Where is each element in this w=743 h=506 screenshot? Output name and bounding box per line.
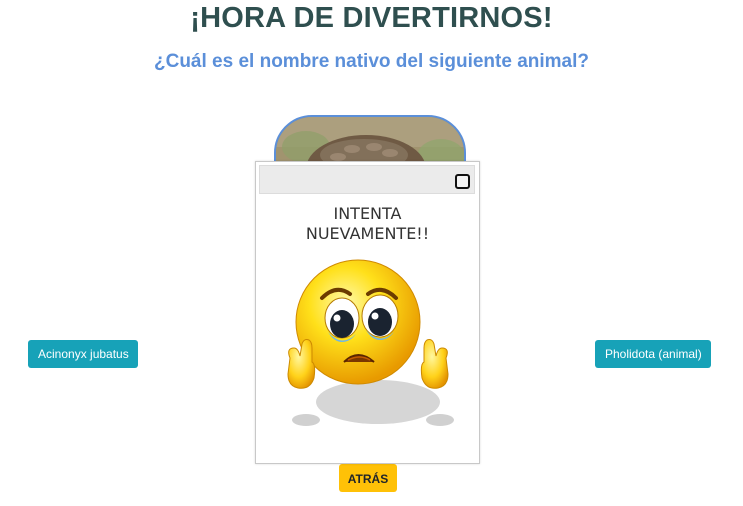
back-button[interactable]: ATRÁS bbox=[339, 464, 397, 492]
answer-option-2[interactable]: Pholidota (animal) bbox=[595, 340, 711, 368]
page-title: ¡HORA DE DIVERTIRNOS! bbox=[190, 2, 553, 34]
feedback-line-2: NUEVAMENTE!! bbox=[305, 224, 430, 243]
close-icon[interactable] bbox=[455, 174, 470, 189]
question-text: ¿Cuál es el nombre nativo del siguiente … bbox=[154, 51, 589, 72]
answer-option-1[interactable]: Acinonyx jubatus bbox=[28, 340, 138, 368]
feedback-message: INTENTA NUEVAMENTE!! bbox=[256, 204, 479, 244]
sad-emoji-icon bbox=[287, 259, 454, 426]
dialog-header bbox=[259, 165, 475, 194]
feedback-dialog: INTENTA NUEVAMENTE!! bbox=[255, 161, 480, 464]
feedback-line-1: INTENTA bbox=[333, 204, 402, 223]
quiz-page: ¡HORA DE DIVERTIRNOS! ¿Cuál es el nombre… bbox=[0, 0, 743, 506]
